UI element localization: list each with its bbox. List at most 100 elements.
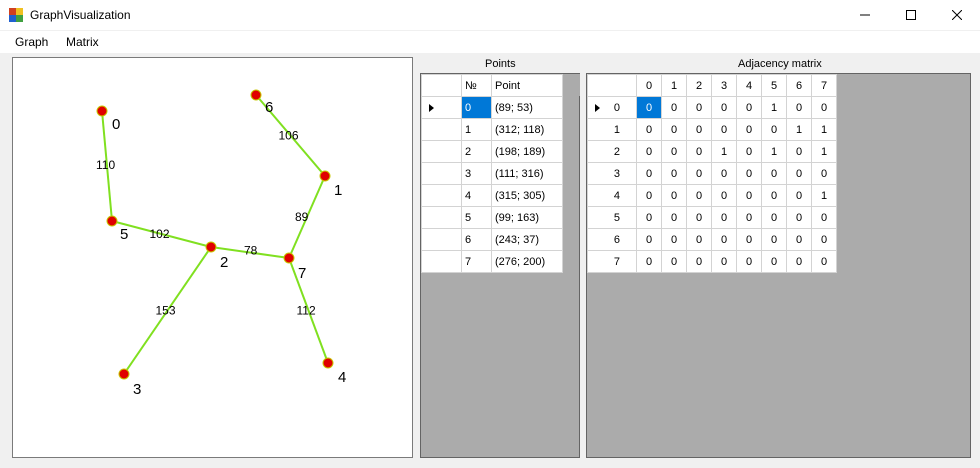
points-cell-no[interactable]: 4 xyxy=(461,184,492,207)
points-row-header[interactable] xyxy=(421,162,462,185)
adjacency-row[interactable]: 600000000 xyxy=(587,228,837,251)
adjacency-cell[interactable]: 0 xyxy=(636,140,662,163)
points-row-header[interactable] xyxy=(421,250,462,273)
graph-node[interactable] xyxy=(319,170,331,182)
adjacency-cell[interactable]: 1 xyxy=(811,140,837,163)
adjacency-cell[interactable]: 0 xyxy=(661,184,687,207)
adjacency-column-header[interactable]: 0 xyxy=(636,74,662,97)
adjacency-cell[interactable]: 1 xyxy=(761,96,787,119)
adjacency-cell[interactable]: 1 xyxy=(761,140,787,163)
adjacency-row-header[interactable]: 2 xyxy=(587,140,637,163)
adjacency-cell[interactable]: 0 xyxy=(661,250,687,273)
adjacency-cell[interactable]: 0 xyxy=(811,206,837,229)
adjacency-cell[interactable]: 0 xyxy=(786,228,812,251)
adjacency-cell[interactable]: 0 xyxy=(811,250,837,273)
adjacency-cell[interactable]: 0 xyxy=(661,228,687,251)
adjacency-cell[interactable]: 0 xyxy=(711,250,737,273)
points-cell-point[interactable]: (276; 200) xyxy=(491,250,563,273)
adjacency-cell[interactable]: 1 xyxy=(811,118,837,141)
adjacency-cell[interactable]: 0 xyxy=(636,250,662,273)
adjacency-column-header[interactable]: 5 xyxy=(761,74,787,97)
adjacency-cell[interactable]: 0 xyxy=(661,118,687,141)
points-cell-no[interactable]: 2 xyxy=(461,140,492,163)
points-row-header[interactable] xyxy=(421,184,462,207)
adjacency-cell[interactable]: 0 xyxy=(761,118,787,141)
adjacency-cell[interactable]: 0 xyxy=(811,162,837,185)
adjacency-cell[interactable]: 0 xyxy=(711,118,737,141)
adjacency-cell[interactable]: 0 xyxy=(811,96,837,119)
points-cell-no[interactable]: 0 xyxy=(461,96,492,119)
adjacency-cell[interactable]: 0 xyxy=(761,184,787,207)
adjacency-cell[interactable]: 0 xyxy=(736,250,762,273)
adjacency-cell[interactable]: 0 xyxy=(636,184,662,207)
points-row[interactable]: 5 (99; 163) xyxy=(421,206,563,229)
close-button[interactable] xyxy=(934,0,980,30)
points-row[interactable]: 6 (243; 37) xyxy=(421,228,563,251)
adjacency-row[interactable]: 100000011 xyxy=(587,118,837,141)
adjacency-cell[interactable]: 0 xyxy=(661,162,687,185)
graph-node[interactable] xyxy=(205,241,217,253)
adjacency-row[interactable]: 200010101 xyxy=(587,140,837,163)
points-row-header[interactable] xyxy=(421,118,462,141)
adjacency-cell[interactable]: 0 xyxy=(736,228,762,251)
adjacency-cell[interactable]: 0 xyxy=(786,96,812,119)
points-row-header[interactable] xyxy=(421,228,462,251)
adjacency-cell[interactable]: 0 xyxy=(736,206,762,229)
points-cell-point[interactable]: (89; 53) xyxy=(491,96,563,119)
adjacency-cell[interactable]: 1 xyxy=(811,184,837,207)
adjacency-cell[interactable]: 0 xyxy=(636,118,662,141)
adjacency-column-header[interactable]: 1 xyxy=(661,74,687,97)
points-row-header[interactable] xyxy=(421,206,462,229)
adjacency-cell[interactable]: 0 xyxy=(786,250,812,273)
adjacency-grid[interactable]: 01234567 0000001001000000112000101013000… xyxy=(586,73,971,458)
menu-graph[interactable]: Graph xyxy=(15,35,48,49)
points-row-header[interactable] xyxy=(421,96,462,119)
adjacency-cell[interactable]: 0 xyxy=(736,184,762,207)
adjacency-column-header[interactable]: 2 xyxy=(686,74,712,97)
graph-node[interactable] xyxy=(106,215,118,227)
graph-node[interactable] xyxy=(283,252,295,264)
menu-matrix[interactable]: Matrix xyxy=(66,35,99,49)
adjacency-row-header[interactable]: 7 xyxy=(587,250,637,273)
adjacency-cell[interactable]: 0 xyxy=(686,250,712,273)
graph-node[interactable] xyxy=(118,368,130,380)
points-row[interactable]: 3 (111; 316) xyxy=(421,162,563,185)
minimize-button[interactable] xyxy=(842,0,888,30)
adjacency-cell[interactable]: 1 xyxy=(786,118,812,141)
adjacency-cell[interactable]: 0 xyxy=(761,162,787,185)
points-cell-point[interactable]: (312; 118) xyxy=(491,118,563,141)
adjacency-row-header[interactable]: 0 xyxy=(587,96,637,119)
adjacency-cell[interactable]: 0 xyxy=(686,184,712,207)
adjacency-row[interactable]: 500000000 xyxy=(587,206,837,229)
adjacency-row[interactable]: 400000001 xyxy=(587,184,837,207)
points-header-no[interactable]: № xyxy=(461,74,492,97)
points-row[interactable]: 0 (89; 53) xyxy=(421,96,563,119)
graph-node[interactable] xyxy=(322,357,334,369)
adjacency-cell[interactable]: 0 xyxy=(786,184,812,207)
points-cell-point[interactable]: (198; 189) xyxy=(491,140,563,163)
adjacency-cell[interactable]: 0 xyxy=(661,140,687,163)
points-grid[interactable]: № Point 0 (89; 53) 1 (312; 118) 2 (198; 189) 3… xyxy=(420,73,580,458)
adjacency-column-header[interactable]: 3 xyxy=(711,74,737,97)
adjacency-cell[interactable]: 1 xyxy=(711,140,737,163)
points-row[interactable]: 7 (276; 200) xyxy=(421,250,563,273)
points-row-header[interactable] xyxy=(421,140,462,163)
adjacency-cell[interactable]: 0 xyxy=(636,162,662,185)
adjacency-cell[interactable]: 0 xyxy=(711,162,737,185)
adjacency-cell[interactable]: 0 xyxy=(686,162,712,185)
adjacency-row-header[interactable]: 3 xyxy=(587,162,637,185)
adjacency-column-header[interactable]: 4 xyxy=(736,74,762,97)
maximize-button[interactable] xyxy=(888,0,934,30)
adjacency-cell[interactable]: 0 xyxy=(711,184,737,207)
adjacency-column-header[interactable]: 7 xyxy=(811,74,837,97)
adjacency-cell[interactable]: 0 xyxy=(711,228,737,251)
points-cell-no[interactable]: 6 xyxy=(461,228,492,251)
points-cell-point[interactable]: (243; 37) xyxy=(491,228,563,251)
adjacency-row[interactable]: 000000100 xyxy=(587,96,837,119)
adjacency-cell[interactable]: 0 xyxy=(686,228,712,251)
adjacency-cell[interactable]: 0 xyxy=(761,206,787,229)
adjacency-cell[interactable]: 0 xyxy=(661,206,687,229)
adjacency-cell[interactable]: 0 xyxy=(711,96,737,119)
adjacency-cell[interactable]: 0 xyxy=(636,228,662,251)
adjacency-cell[interactable]: 0 xyxy=(761,250,787,273)
